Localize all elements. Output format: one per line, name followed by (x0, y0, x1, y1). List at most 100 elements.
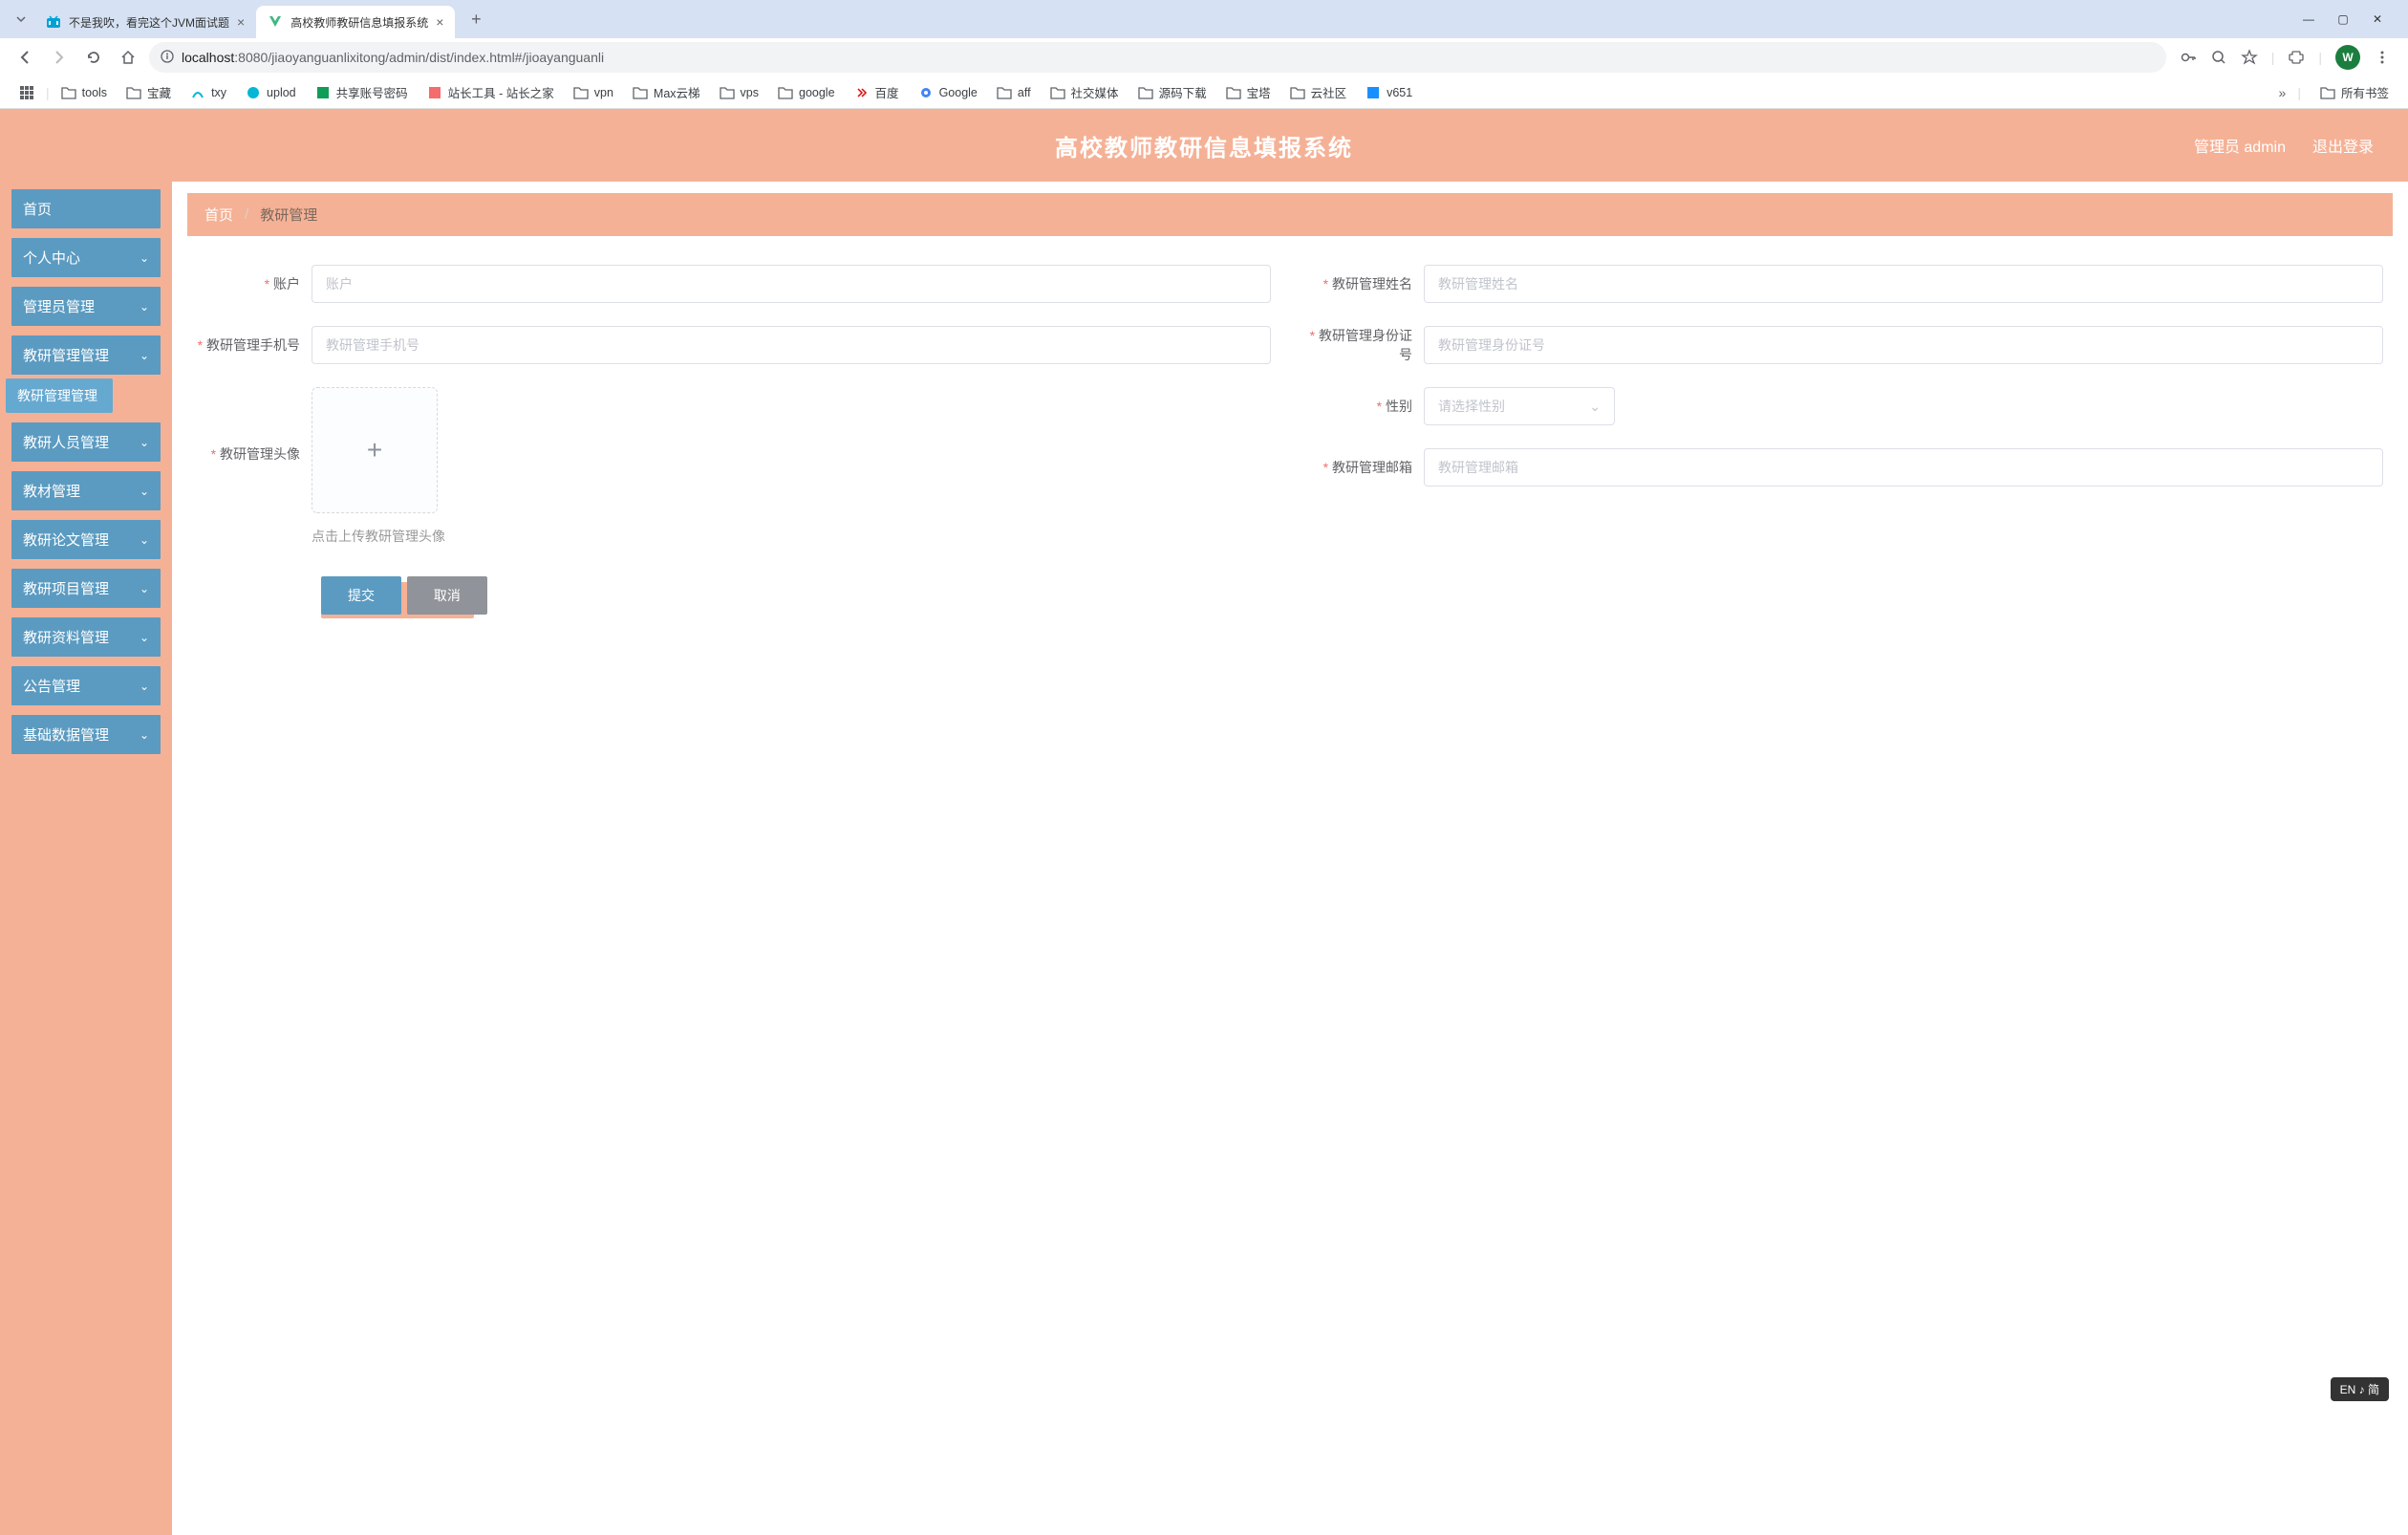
sidebar-item-admin[interactable]: 管理员管理⌄ (11, 287, 161, 326)
submit-button[interactable]: 提交 (321, 576, 401, 615)
close-button[interactable]: ✕ (2370, 11, 2385, 27)
gender-select[interactable]: 请选择性别 ⌄ (1424, 387, 1615, 425)
zoom-icon[interactable] (2210, 49, 2227, 66)
form-actions: 提交 取消 (197, 576, 2383, 615)
cancel-button[interactable]: 取消 (407, 576, 487, 615)
chevron-down-icon: ⌄ (140, 300, 149, 313)
vue-icon (268, 14, 283, 30)
password-icon[interactable] (2180, 49, 2197, 66)
address-bar-row: localhost:8080/jiaoyanguanlixitong/admin… (0, 38, 2408, 76)
form: 账户 教研管理姓名 教研管理手机号 教研管理身份证号 教研管理头像 (187, 236, 2393, 634)
idcard-label: 教研管理身份证号 (1309, 326, 1424, 364)
apps-button[interactable] (11, 81, 42, 104)
bookmark-folder[interactable]: vpn (566, 82, 621, 103)
sidebar-item-textbook[interactable]: 教材管理⌄ (11, 471, 161, 510)
main-layout: 首页 个人中心⌄ 管理员管理⌄ 教研管理管理⌄ 教研管理管理 教研人员管理⌄ 教… (0, 182, 2408, 1535)
bookmark-folder[interactable]: aff (989, 82, 1039, 103)
new-tab-button[interactable]: + (462, 6, 489, 32)
bookmarks-overflow-icon[interactable]: » (2279, 85, 2287, 100)
chevron-down-icon: ⌄ (140, 631, 149, 644)
toolbar-icons: | | W (2174, 45, 2397, 70)
chevron-down-icon: ⌄ (140, 436, 149, 449)
all-bookmarks[interactable]: 所有书签 (2312, 79, 2397, 105)
bookmark-folder[interactable]: vps (712, 82, 766, 103)
bookmark-item[interactable]: 百度 (847, 79, 907, 105)
avatar-upload[interactable]: + (312, 387, 438, 513)
bookmark-folder[interactable]: 宝塔 (1218, 79, 1279, 105)
browser-chrome: 不是我吹，看完这个JVM面试题 × 高校教师教研信息填报系统 × + — ▢ ✕ (0, 0, 2408, 109)
phone-label: 教研管理手机号 (197, 335, 312, 355)
site-info-icon[interactable] (161, 50, 174, 66)
breadcrumb-separator: / (245, 206, 248, 223)
tab-close-icon[interactable]: × (237, 14, 245, 30)
sidebar-item-announce[interactable]: 公告管理⌄ (11, 666, 161, 705)
breadcrumb: 首页 / 教研管理 (187, 193, 2393, 236)
sidebar-item-research-mgmt[interactable]: 教研管理管理⌄ (11, 335, 161, 375)
window-controls: — ▢ ✕ (2301, 11, 2400, 27)
sidebar-item-project[interactable]: 教研项目管理⌄ (11, 569, 161, 608)
sidebar-item-material[interactable]: 教研资料管理⌄ (11, 617, 161, 657)
email-label: 教研管理邮箱 (1309, 458, 1424, 477)
sidebar-item-paper[interactable]: 教研论文管理⌄ (11, 520, 161, 559)
url-text: localhost:8080/jiaoyanguanlixitong/admin… (182, 50, 2155, 65)
sidebar: 首页 个人中心⌄ 管理员管理⌄ 教研管理管理⌄ 教研管理管理 教研人员管理⌄ 教… (0, 182, 172, 1535)
bookmark-folder[interactable]: tools (54, 82, 115, 103)
user-label[interactable]: 管理员 admin (2194, 134, 2286, 157)
logout-link[interactable]: 退出登录 (2312, 134, 2374, 157)
breadcrumb-home[interactable]: 首页 (204, 205, 233, 225)
forward-button[interactable] (46, 44, 73, 71)
header-right: 管理员 admin 退出登录 (2194, 134, 2374, 157)
address-bar[interactable]: localhost:8080/jiaoyanguanlixitong/admin… (149, 42, 2166, 73)
tab-bar: 不是我吹，看完这个JVM面试题 × 高校教师教研信息填报系统 × + — ▢ ✕ (0, 0, 2408, 38)
profile-avatar[interactable]: W (2335, 45, 2360, 70)
bookmarks-bar: | tools 宝藏 txy uplod 共享账号密码 站长工具 - 站长之家 … (0, 76, 2408, 109)
bookmark-item[interactable]: 共享账号密码 (308, 79, 416, 105)
chevron-down-icon: ⌄ (140, 251, 149, 265)
plus-icon: + (367, 435, 382, 465)
minimize-button[interactable]: — (2301, 11, 2316, 27)
phone-input[interactable] (312, 326, 1271, 364)
app-title: 高校教师教研信息填报系统 (1055, 129, 1353, 162)
back-button[interactable] (11, 44, 38, 71)
extensions-icon[interactable] (2288, 49, 2305, 66)
form-item-idcard: 教研管理身份证号 (1309, 326, 2383, 364)
bookmark-item[interactable]: txy (183, 81, 234, 104)
content: 首页 / 教研管理 账户 教研管理姓名 教研管理手机号 教研管理身份证号 (172, 182, 2408, 1535)
email-input[interactable] (1424, 448, 2383, 486)
bookmark-folder[interactable]: google (770, 82, 843, 103)
bookmark-item[interactable]: 站长工具 - 站长之家 (419, 79, 562, 105)
sidebar-item-staff[interactable]: 教研人员管理⌄ (11, 422, 161, 462)
sidebar-home[interactable]: 首页 (11, 189, 161, 228)
idcard-input[interactable] (1424, 326, 2383, 364)
chevron-down-icon: ⌄ (140, 582, 149, 595)
name-label: 教研管理姓名 (1309, 274, 1424, 293)
ime-indicator[interactable]: EN ♪ 简 (2331, 1377, 2389, 1401)
bookmark-folder[interactable]: 宝藏 (118, 79, 179, 105)
bookmark-item[interactable]: uplod (238, 81, 304, 104)
bookmark-folder[interactable]: 社交媒体 (1043, 79, 1127, 105)
sidebar-item-personal[interactable]: 个人中心⌄ (11, 238, 161, 277)
name-input[interactable] (1424, 265, 2383, 303)
sidebar-item-basedata[interactable]: 基础数据管理⌄ (11, 715, 161, 754)
bookmark-star-icon[interactable] (2241, 49, 2258, 66)
bookmark-item[interactable]: Google (911, 81, 985, 104)
reload-button[interactable] (80, 44, 107, 71)
bookmark-folder[interactable]: 源码下载 (1130, 79, 1215, 105)
maximize-button[interactable]: ▢ (2335, 11, 2351, 27)
chevron-down-icon: ⌄ (140, 680, 149, 693)
tab-close-icon[interactable]: × (436, 14, 443, 30)
chevron-down-icon: ⌄ (140, 349, 149, 362)
account-input[interactable] (312, 265, 1271, 303)
account-label: 账户 (197, 274, 312, 293)
tab-inactive[interactable]: 不是我吹，看完这个JVM面试题 × (34, 6, 256, 38)
bookmark-folder[interactable]: 云社区 (1282, 79, 1355, 105)
tab-list-dropdown[interactable] (8, 6, 34, 32)
bookmark-folder[interactable]: Max云梯 (625, 79, 708, 105)
menu-icon[interactable] (2374, 49, 2391, 66)
chevron-down-icon: ⌄ (140, 728, 149, 742)
home-button[interactable] (115, 44, 141, 71)
sidebar-sub-research-mgmt[interactable]: 教研管理管理 (6, 378, 113, 413)
chevron-down-icon: ⌄ (140, 533, 149, 547)
tab-active[interactable]: 高校教师教研信息填报系统 × (256, 6, 455, 38)
bookmark-item[interactable]: v651 (1358, 81, 1420, 104)
